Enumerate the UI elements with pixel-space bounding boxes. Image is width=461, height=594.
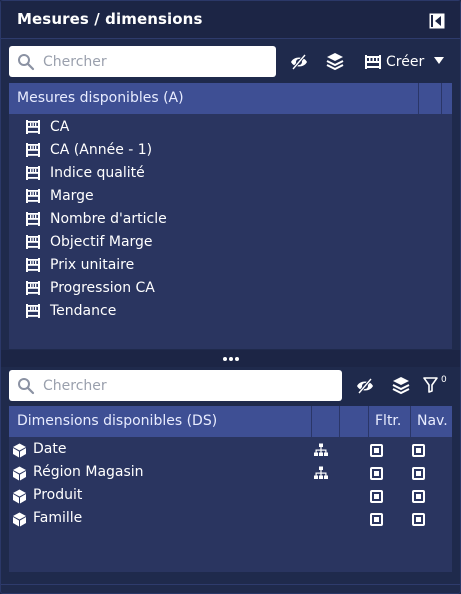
more-dots-icon (223, 357, 239, 361)
filter-checkbox[interactable] (370, 513, 383, 526)
ruler-icon (26, 143, 40, 157)
measure-label: CA (Année - 1) (50, 142, 153, 158)
measure-item[interactable]: Progression CA (25, 277, 155, 299)
create-label: Créer (386, 54, 425, 70)
measure-item[interactable]: CA (25, 116, 69, 138)
layers-icon[interactable] (326, 52, 344, 71)
dimension-label: Région Magasin (33, 464, 144, 480)
measure-label: Objectif Marge (50, 234, 153, 250)
panel-titlebar: Mesures / dimensions (1, 1, 460, 39)
dimension-label: Date (33, 441, 67, 457)
ruler-icon (26, 212, 40, 226)
filter-checkbox[interactable] (370, 490, 383, 503)
layers-icon[interactable] (392, 376, 410, 395)
measures-header-label: Mesures disponibles (A) (17, 90, 184, 106)
ruler-icon (26, 120, 40, 134)
ruler-icon (26, 235, 40, 249)
measure-label: Progression CA (50, 280, 155, 296)
hide-icon[interactable] (289, 53, 309, 71)
search-icon (18, 378, 35, 395)
nav-checkbox[interactable] (412, 444, 425, 457)
hierarchy-icon[interactable] (314, 443, 328, 457)
dimension-row[interactable]: Date (9, 439, 460, 462)
dimension-row[interactable]: Région Magasin (9, 462, 460, 485)
cube-icon (13, 512, 26, 527)
measure-item[interactable]: Nombre d'article (25, 208, 167, 230)
create-button[interactable]: Créer (364, 52, 424, 72)
hierarchy-icon[interactable] (314, 466, 328, 480)
filter-icon (423, 377, 438, 393)
nav-checkbox[interactable] (412, 467, 425, 480)
filter-checkbox[interactable] (370, 444, 383, 457)
header-separator (368, 406, 369, 437)
cube-icon (13, 466, 26, 481)
header-separator (410, 406, 411, 437)
ruler-icon (26, 281, 40, 295)
measure-label: CA (50, 119, 70, 135)
nav-checkbox[interactable] (412, 513, 425, 526)
measure-label: Prix unitaire (50, 257, 135, 273)
collapse-panel-icon[interactable] (429, 13, 445, 29)
header-separator (418, 83, 419, 114)
col-nav-label: Nav. (417, 413, 448, 429)
measure-item[interactable]: Objectif Marge (25, 231, 153, 253)
ruler-icon (26, 304, 40, 318)
search-icon (18, 54, 35, 71)
col-filter-label: Fltr. (375, 413, 402, 429)
ruler-icon (26, 258, 40, 272)
measure-item[interactable]: Indice qualité (25, 162, 145, 184)
measure-item[interactable]: CA (Année - 1) (25, 139, 152, 161)
dimensions-header-label: Dimensions disponibles (DS) (17, 413, 218, 429)
dimension-label: Famille (33, 510, 83, 526)
measure-item[interactable]: Marge (25, 185, 94, 207)
measure-item[interactable]: Prix unitaire (25, 254, 134, 276)
cube-icon (13, 443, 26, 458)
dimensions-search[interactable] (9, 370, 342, 401)
bottom-divider (1, 584, 460, 585)
filter-count: 0 (441, 375, 447, 385)
ruler-icon (26, 189, 40, 203)
dimension-row[interactable]: Produit (9, 485, 460, 508)
measures-search[interactable] (9, 46, 276, 77)
header-separator (339, 406, 340, 437)
dimensions-search-input[interactable] (43, 375, 263, 396)
ruler-icon (26, 166, 40, 180)
measure-item[interactable]: Tendance (25, 300, 116, 322)
nav-checkbox[interactable] (412, 490, 425, 503)
measure-label: Marge (50, 188, 94, 204)
cube-icon (13, 489, 26, 504)
measures-dimensions-panel: Mesures / dimensions Chercher Créer Mesu… (0, 0, 461, 594)
dimensions-list-header: Dimensions disponibles (DS) Fltr. Nav. (9, 406, 452, 437)
chevron-down-icon[interactable] (434, 56, 444, 66)
filter-checkbox[interactable] (370, 467, 383, 480)
measures-search-input[interactable] (43, 51, 263, 72)
panel-splitter[interactable] (1, 350, 460, 367)
measure-label: Tendance (50, 303, 117, 319)
measure-label: Indice qualité (50, 165, 145, 181)
panel-title: Mesures / dimensions (17, 10, 203, 28)
dimension-label: Produit (33, 487, 83, 503)
header-separator (441, 83, 442, 114)
filter-button[interactable]: 0 (423, 375, 451, 395)
title-divider (1, 38, 460, 39)
measure-label: Nombre d'article (50, 211, 167, 227)
header-separator (311, 406, 312, 437)
hide-icon[interactable] (355, 377, 375, 395)
measures-list-header: Mesures disponibles (A) (9, 83, 452, 114)
dimension-row[interactable]: Famille (9, 508, 460, 531)
ruler-icon (365, 55, 381, 69)
